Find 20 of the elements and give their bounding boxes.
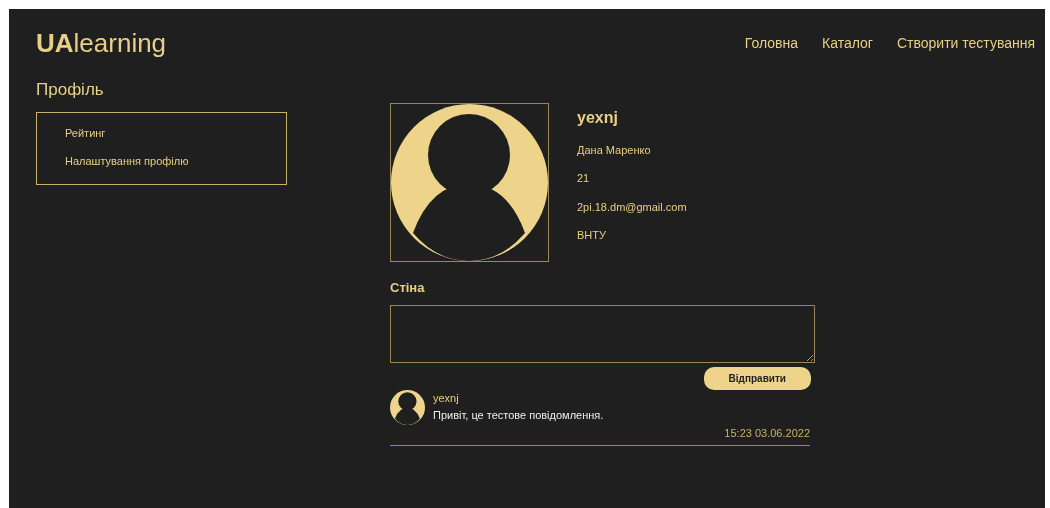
full-name: Дана Маренко xyxy=(577,142,652,158)
avatar-icon xyxy=(390,102,549,262)
sidebar-item[interactable]: Рейтинг xyxy=(65,118,286,147)
sidebar-item[interactable]: Налаштування профілю xyxy=(65,147,286,176)
email-text: 2pi.18.dm@gmail.com xyxy=(577,199,687,215)
send-button[interactable]: Відправити xyxy=(703,367,811,390)
wall-title: Стіна xyxy=(390,278,426,297)
post-time: 15:23 03.06.2022 xyxy=(723,426,810,441)
nav-link[interactable]: Головна xyxy=(744,32,799,54)
username: yexnj xyxy=(577,107,619,128)
page-title: Профіль xyxy=(36,79,105,101)
age-text: 21 xyxy=(577,171,591,186)
wall-input[interactable] xyxy=(390,305,815,363)
avatar-icon xyxy=(390,390,425,425)
nav-link[interactable]: Створити тестування xyxy=(896,32,1035,54)
post-text: Привіт, це тестове повідомлення. xyxy=(433,407,604,423)
university-text: ВНТУ xyxy=(577,228,607,243)
post-author: yexnj xyxy=(433,391,460,406)
logo[interactable]: UAlearning xyxy=(36,27,167,59)
nav-link[interactable]: Каталог xyxy=(822,32,873,54)
